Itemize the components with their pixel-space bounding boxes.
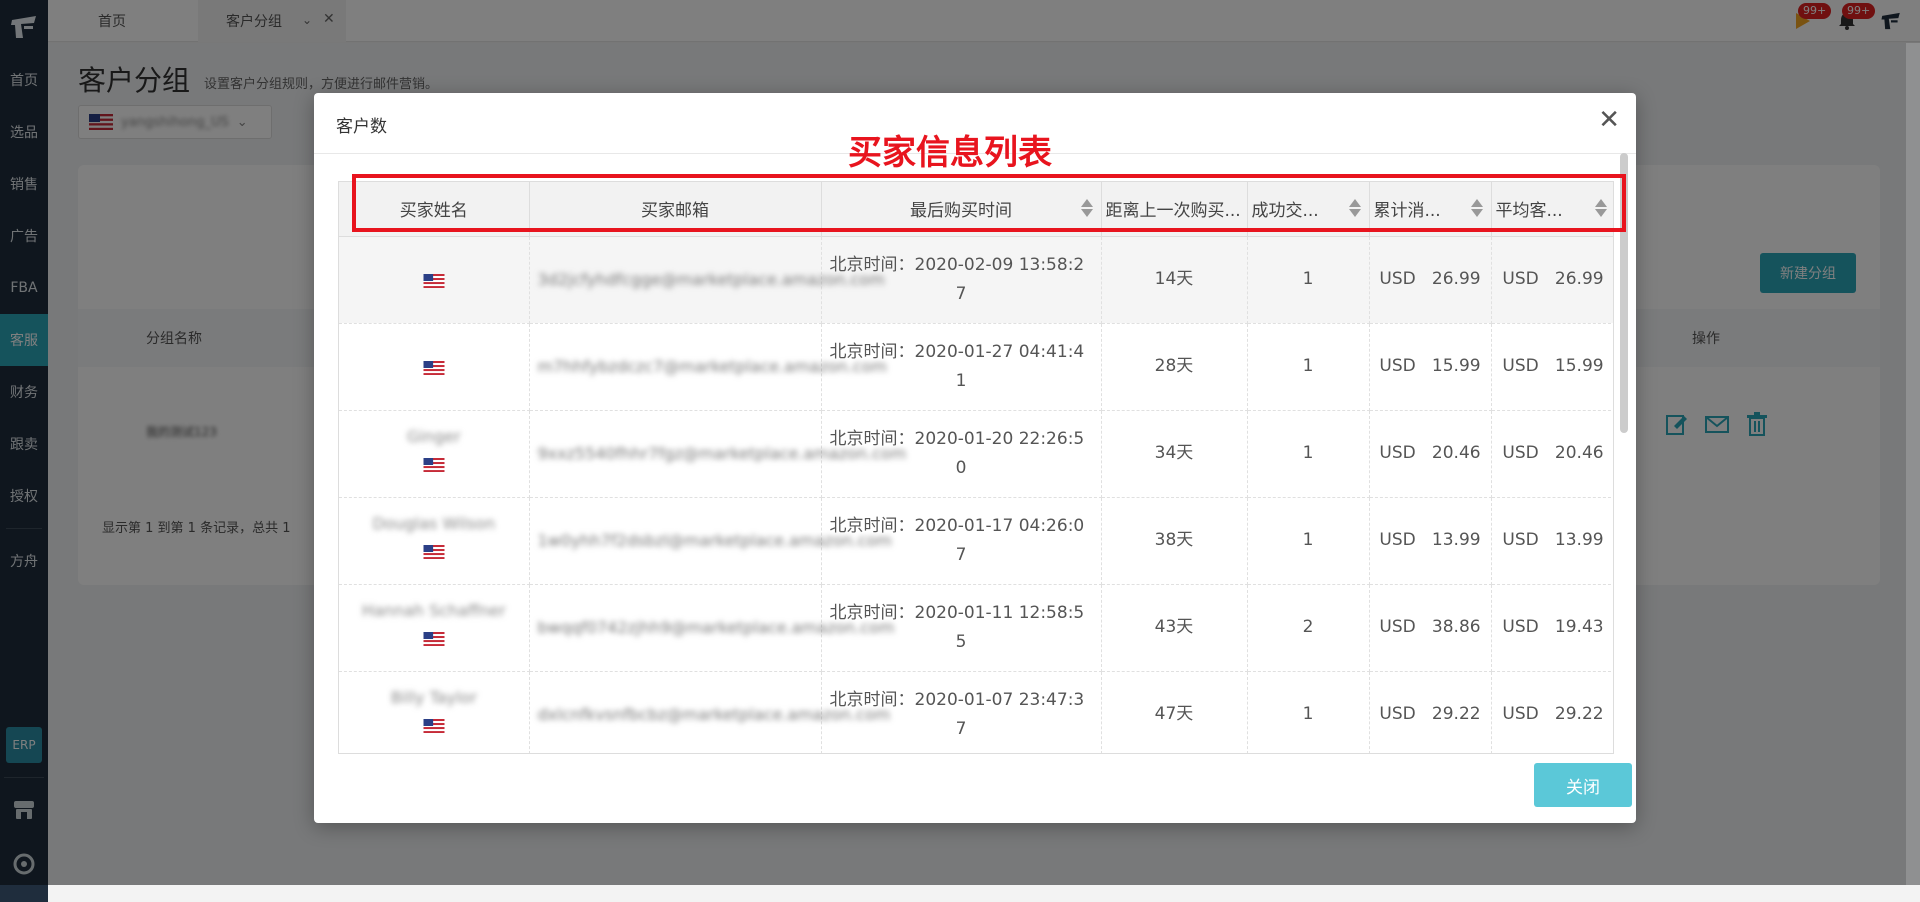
buyer-email-cell: dxlcnfkvsnfbcbz@marketplace.amazon.com <box>529 671 890 753</box>
average-order-cell: USD 20.46 <box>1491 410 1613 498</box>
total-spent-cell: USD 15.99 <box>1369 323 1492 411</box>
us-flag-icon <box>423 274 445 288</box>
days-since-cell: 38天 <box>1101 497 1248 585</box>
col-label: 成功交... <box>1251 201 1319 222</box>
buyer-name: Billy Taylor <box>390 688 477 707</box>
col-average-order[interactable]: 平均客... <box>1491 182 1613 237</box>
col-label: 累计消... <box>1373 201 1441 222</box>
days-since-cell: 14天 <box>1101 236 1248 324</box>
success-count-cell: 1 <box>1247 323 1370 411</box>
buyer-email-cell: m7hhfybzdczc7@marketplace.amazon.com <box>529 323 887 411</box>
total-spent-cell: USD 13.99 <box>1369 497 1492 585</box>
us-flag-icon <box>423 361 445 375</box>
sort-icon[interactable] <box>1080 199 1093 217</box>
us-flag-icon <box>423 719 445 733</box>
buyer-email-cell: 3d2jcfyhdfcgge@marketplace.amazon.com <box>529 236 885 324</box>
buyer-name-cell <box>339 323 530 411</box>
bottom-strip <box>48 885 1920 902</box>
buyer-email: 1w0yhh7f2dsbzl@marketplace.amazon.com <box>537 530 892 550</box>
page-scrollbar[interactable] <box>1906 43 1920 885</box>
col-total-spent[interactable]: 累计消... <box>1369 182 1492 237</box>
average-order-cell: USD 29.22 <box>1491 671 1613 753</box>
buyer-email: dxlcnfkvsnfbcbz@marketplace.amazon.com <box>537 704 891 724</box>
col-last-purchase-time[interactable]: 最后购买时间 <box>821 182 1102 237</box>
days-since-cell: 43天 <box>1101 584 1248 672</box>
buyer-email-cell: 1w0yhh7f2dsbzl@marketplace.amazon.com <box>529 497 892 585</box>
sort-icon[interactable] <box>1594 199 1607 217</box>
col-label: 距离上一次购买... <box>1105 201 1241 222</box>
buyer-name-cell: Billy Taylor <box>339 671 530 753</box>
table-row: 3d2jcfyhdfcgge@marketplace.amazon.com 北京时… <box>339 236 1613 324</box>
col-label: 平均客... <box>1495 201 1563 222</box>
success-count-cell: 2 <box>1247 584 1370 672</box>
buyer-name-cell <box>339 236 530 324</box>
average-order-cell: USD 26.99 <box>1491 236 1613 324</box>
days-since-cell: 28天 <box>1101 323 1248 411</box>
success-count-cell: 1 <box>1247 497 1370 585</box>
buyer-email: bwqqf0742zjhh9@marketplace.amazon.com <box>537 617 895 637</box>
total-spent-cell: USD 38.86 <box>1369 584 1492 672</box>
buyer-name-cell: Douglas Wilson <box>339 497 530 585</box>
success-count-cell: 1 <box>1247 671 1370 753</box>
average-order-cell: USD 13.99 <box>1491 497 1613 585</box>
col-days-since-last[interactable]: 距离上一次购买... <box>1101 182 1248 237</box>
us-flag-icon <box>423 545 445 559</box>
col-success-count[interactable]: 成功交... <box>1247 182 1370 237</box>
total-spent-cell: USD 20.46 <box>1369 410 1492 498</box>
buyer-name-cell: Ginger <box>339 410 530 498</box>
buyer-email: m7hhfybzdczc7@marketplace.amazon.com <box>537 356 887 376</box>
us-flag-icon <box>423 632 445 646</box>
table-row: Billy Taylor dxlcnfkvsnfbcbz@marketplace.… <box>339 671 1613 753</box>
buyer-email: 3d2jcfyhdfcgge@marketplace.amazon.com <box>537 269 885 289</box>
buyer-table: 买家姓名 买家邮箱 最后购买时间 距离上一次购买... 成功交... 累计消..… <box>338 181 1614 754</box>
table-row: Ginger 9xxz5540fhhr7fgz@marketplace.amazo… <box>339 410 1613 498</box>
buyer-name: Ginger <box>406 427 461 446</box>
table-row: Douglas Wilson 1w0yhh7f2dsbzl@marketplace… <box>339 497 1613 585</box>
total-spent-cell: USD 29.22 <box>1369 671 1492 753</box>
close-modal-button[interactable]: 关闭 <box>1534 763 1632 807</box>
modal-scrollbar[interactable] <box>1620 153 1628 433</box>
col-buyer-name: 买家姓名 <box>339 182 530 237</box>
col-buyer-email: 买家邮箱 <box>529 182 822 237</box>
buyer-name: Hannah Schaffner <box>361 601 506 620</box>
buyer-name: Douglas Wilson <box>372 514 496 533</box>
days-since-cell: 34天 <box>1101 410 1248 498</box>
close-icon[interactable]: ✕ <box>1598 105 1620 135</box>
sort-icon[interactable] <box>1470 199 1483 217</box>
total-spent-cell: USD 26.99 <box>1369 236 1492 324</box>
modal-title: 客户数 <box>336 117 387 137</box>
average-order-cell: USD 15.99 <box>1491 323 1613 411</box>
annotation-title: 买家信息列表 <box>848 133 1052 173</box>
us-flag-icon <box>423 458 445 472</box>
sort-icon[interactable] <box>1348 199 1361 217</box>
buyer-email-cell: 9xxz5540fhhr7fgz@marketplace.amazon.com <box>529 410 906 498</box>
days-since-cell: 47天 <box>1101 671 1248 753</box>
success-count-cell: 1 <box>1247 410 1370 498</box>
buyer-email-cell: bwqqf0742zjhh9@marketplace.amazon.com <box>529 584 894 672</box>
col-label: 最后购买时间 <box>910 201 1012 222</box>
table-row: Hannah Schaffner bwqqf0742zjhh9@marketpla… <box>339 584 1613 672</box>
customer-count-modal: 客户数 ✕ 买家信息列表 买家姓名 买家邮箱 最后购买时间 距离上一次购买...… <box>314 93 1636 823</box>
buyer-email: 9xxz5540fhhr7fgz@marketplace.amazon.com <box>537 443 907 463</box>
buyer-name-cell: Hannah Schaffner <box>339 584 530 672</box>
table-header-row: 买家姓名 买家邮箱 最后购买时间 距离上一次购买... 成功交... 累计消..… <box>339 182 1613 237</box>
table-row: m7hhfybzdczc7@marketplace.amazon.com 北京时间… <box>339 323 1613 411</box>
average-order-cell: USD 19.43 <box>1491 584 1613 672</box>
success-count-cell: 1 <box>1247 236 1370 324</box>
